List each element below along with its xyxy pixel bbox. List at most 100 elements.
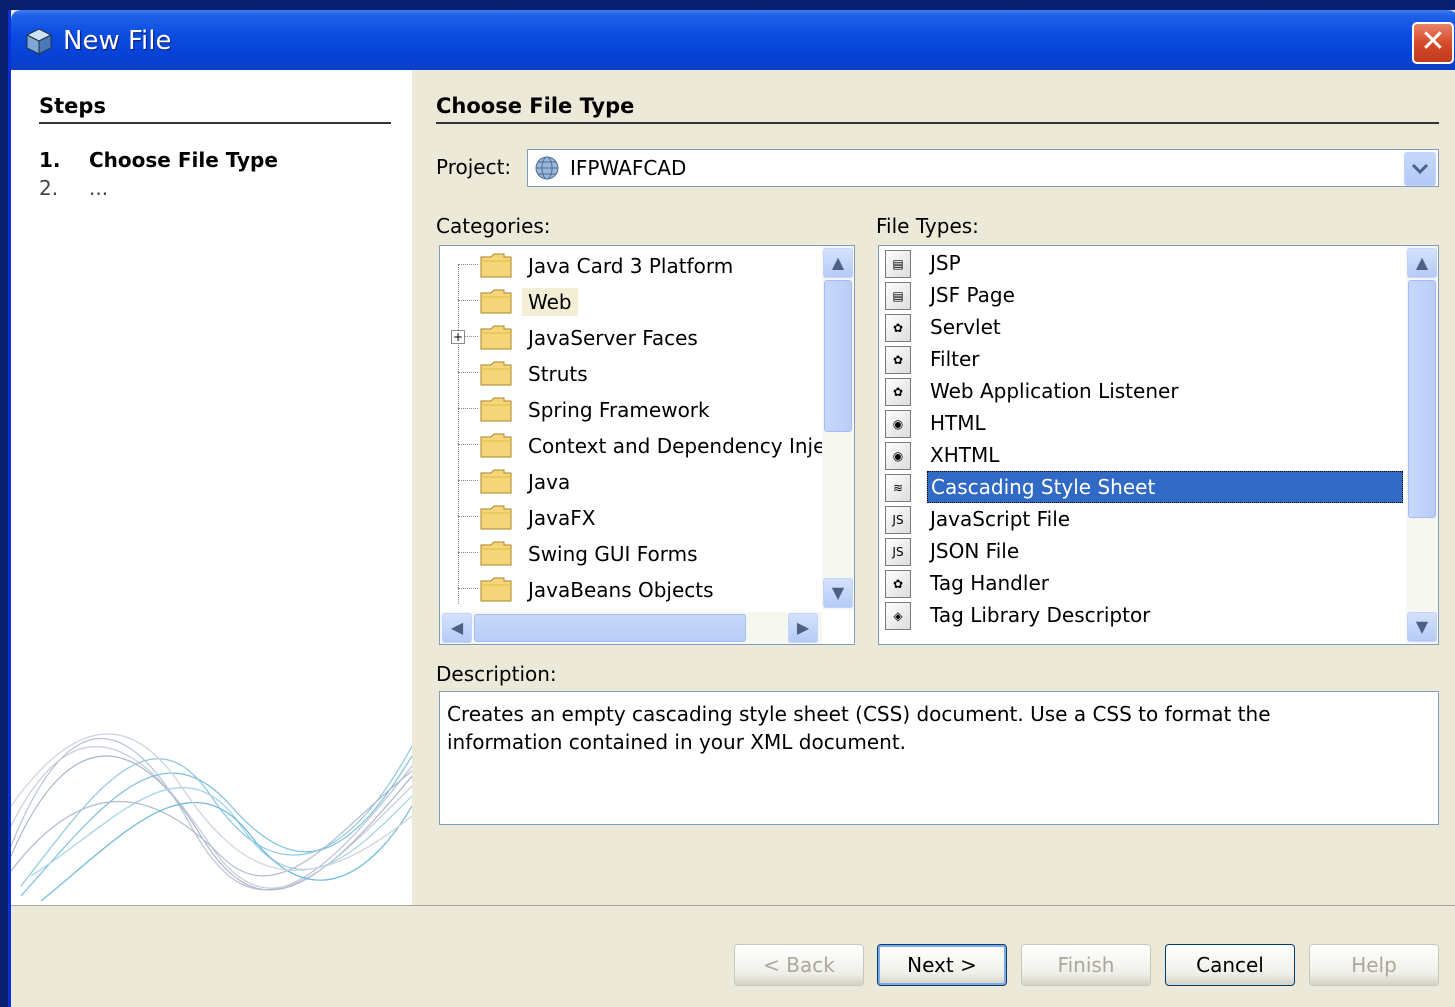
file-type-label: Web Application Listener bbox=[930, 379, 1179, 403]
project-select[interactable]: IFPWAFCAD bbox=[527, 149, 1439, 187]
chevron-down-icon[interactable] bbox=[1404, 152, 1436, 186]
categories-vertical-scrollbar[interactable]: ▲ ▼ bbox=[822, 246, 854, 610]
category-label: Web bbox=[522, 288, 578, 316]
folder-icon bbox=[480, 541, 512, 566]
file-types-vertical-scrollbar[interactable]: ▲ ▼ bbox=[1406, 246, 1438, 644]
folder-icon bbox=[480, 289, 512, 314]
tree-connector bbox=[458, 408, 478, 409]
file-type-item[interactable]: ≋ Cascading Style Sheet bbox=[879, 471, 1403, 503]
category-label: Java bbox=[528, 470, 571, 494]
jsp-file-icon: ▤ bbox=[885, 250, 911, 278]
next-button[interactable]: Next > bbox=[877, 944, 1007, 986]
finish-button[interactable]: Finish bbox=[1021, 944, 1151, 986]
scroll-up-icon[interactable]: ▲ bbox=[823, 248, 853, 278]
file-type-item[interactable]: ▤ JSF Page bbox=[879, 279, 1402, 311]
javascript-file-icon: JS bbox=[885, 506, 911, 534]
category-label: Context and Dependency Inje bbox=[528, 434, 826, 458]
tree-connector bbox=[458, 588, 478, 589]
folder-icon bbox=[480, 433, 512, 458]
categories-horizontal-scrollbar[interactable]: ◀ ▶ bbox=[440, 612, 822, 644]
category-label: JavaBeans Objects bbox=[528, 578, 714, 602]
file-type-label: JSP bbox=[930, 251, 961, 275]
file-type-item[interactable]: JS JavaScript File bbox=[879, 503, 1402, 535]
scroll-down-icon[interactable]: ▼ bbox=[1407, 612, 1437, 642]
page-title: Choose File Type bbox=[436, 94, 635, 118]
expand-plus-icon[interactable]: + bbox=[451, 330, 465, 344]
category-label: JavaFX bbox=[528, 506, 596, 530]
file-type-label: JavaScript File bbox=[930, 507, 1071, 531]
folder-icon bbox=[480, 397, 512, 422]
new-file-dialog: New File ✕ Steps 1. Choose File Type 2...… bbox=[8, 10, 1455, 1007]
folder-icon bbox=[480, 253, 512, 278]
file-type-label: XHTML bbox=[930, 443, 1000, 467]
folder-icon bbox=[480, 325, 512, 350]
folder-icon bbox=[480, 577, 512, 602]
file-type-label: Cascading Style Sheet bbox=[927, 471, 1403, 503]
file-type-item[interactable]: ◉ HTML bbox=[879, 407, 1402, 439]
web-project-globe-icon bbox=[535, 156, 559, 180]
scroll-up-icon[interactable]: ▲ bbox=[1407, 248, 1437, 278]
file-type-item[interactable]: ✿ Web Application Listener bbox=[879, 375, 1402, 407]
steps-divider bbox=[39, 122, 391, 124]
project-value: IFPWAFCAD bbox=[570, 156, 687, 180]
tree-connector bbox=[458, 516, 478, 517]
file-type-item[interactable]: ✿ Servlet bbox=[879, 311, 1402, 343]
step-label: Choose File Type bbox=[89, 148, 278, 172]
categories-tree[interactable]: Java Card 3 Platform Web + JavaServer Faces… bbox=[439, 245, 855, 645]
file-type-label: Tag Handler bbox=[930, 571, 1049, 595]
categories-label: Categories: bbox=[436, 214, 551, 238]
main-panel: Choose File Type Project: IFPWAFCAD Cate… bbox=[412, 70, 1455, 906]
listener-icon: ✿ bbox=[885, 378, 911, 406]
tree-connector-line bbox=[458, 264, 459, 604]
file-type-item[interactable]: ▤ JSP bbox=[879, 247, 1402, 279]
tree-connector bbox=[458, 444, 478, 445]
description-box: Creates an empty cascading style sheet (… bbox=[439, 691, 1439, 825]
cancel-button[interactable]: Cancel bbox=[1165, 944, 1295, 986]
file-type-item[interactable]: JS JSON File bbox=[879, 535, 1402, 567]
back-button[interactable]: < Back bbox=[734, 944, 864, 986]
decorative-waves-image bbox=[11, 733, 412, 902]
tree-connector bbox=[458, 480, 478, 481]
scrollbar-thumb[interactable] bbox=[474, 614, 746, 642]
file-types-label: File Types: bbox=[876, 214, 979, 238]
category-label: Java Card 3 Platform bbox=[528, 254, 734, 278]
file-type-label: Tag Library Descriptor bbox=[930, 603, 1151, 627]
file-type-item[interactable]: ◈ Tag Library Descriptor bbox=[879, 599, 1402, 631]
title-bar[interactable]: New File ✕ bbox=[11, 10, 1455, 70]
file-type-item[interactable]: ✿ Tag Handler bbox=[879, 567, 1402, 599]
scroll-down-icon[interactable]: ▼ bbox=[823, 578, 853, 608]
tag-handler-icon: ✿ bbox=[885, 570, 911, 598]
tree-connector bbox=[458, 264, 478, 265]
project-label: Project: bbox=[436, 155, 512, 179]
tree-connector bbox=[458, 372, 478, 373]
category-label: Spring Framework bbox=[528, 398, 710, 422]
step-2: 2.... bbox=[39, 176, 108, 200]
scrollbar-thumb[interactable] bbox=[1408, 280, 1436, 518]
category-label: JavaServer Faces bbox=[528, 326, 698, 350]
folder-icon bbox=[480, 361, 512, 386]
servlet-icon: ✿ bbox=[885, 314, 911, 342]
help-button[interactable]: Help bbox=[1309, 944, 1439, 986]
scrollbar-thumb[interactable] bbox=[824, 280, 852, 432]
steps-panel: Steps 1. Choose File Type 2.... bbox=[11, 70, 412, 906]
file-type-item[interactable]: ✿ Filter bbox=[879, 343, 1402, 375]
folder-icon bbox=[480, 469, 512, 494]
scroll-left-icon[interactable]: ◀ bbox=[442, 613, 472, 643]
steps-heading: Steps bbox=[39, 94, 106, 118]
step-1: 1. Choose File Type bbox=[39, 148, 278, 172]
close-button[interactable]: ✕ bbox=[1412, 22, 1454, 64]
step-number: 2. bbox=[39, 176, 59, 200]
scroll-right-icon[interactable]: ▶ bbox=[788, 613, 818, 643]
title-divider bbox=[436, 122, 1439, 124]
xhtml-file-icon: ◉ bbox=[885, 442, 911, 470]
step-label: ... bbox=[89, 176, 109, 200]
html-file-icon: ◉ bbox=[885, 410, 911, 438]
footer-divider bbox=[11, 905, 1455, 906]
file-type-label: Servlet bbox=[930, 315, 1001, 339]
description-label: Description: bbox=[436, 662, 557, 686]
tree-connector bbox=[458, 300, 478, 301]
file-type-item[interactable]: ◉ XHTML bbox=[879, 439, 1402, 471]
file-types-list[interactable]: ▤ JSP ▤ JSF Page ✿ Servlet ✿ Filter ✿ Web Applica… bbox=[878, 245, 1439, 645]
folder-icon bbox=[480, 505, 512, 530]
step-number: 1. bbox=[39, 148, 61, 172]
